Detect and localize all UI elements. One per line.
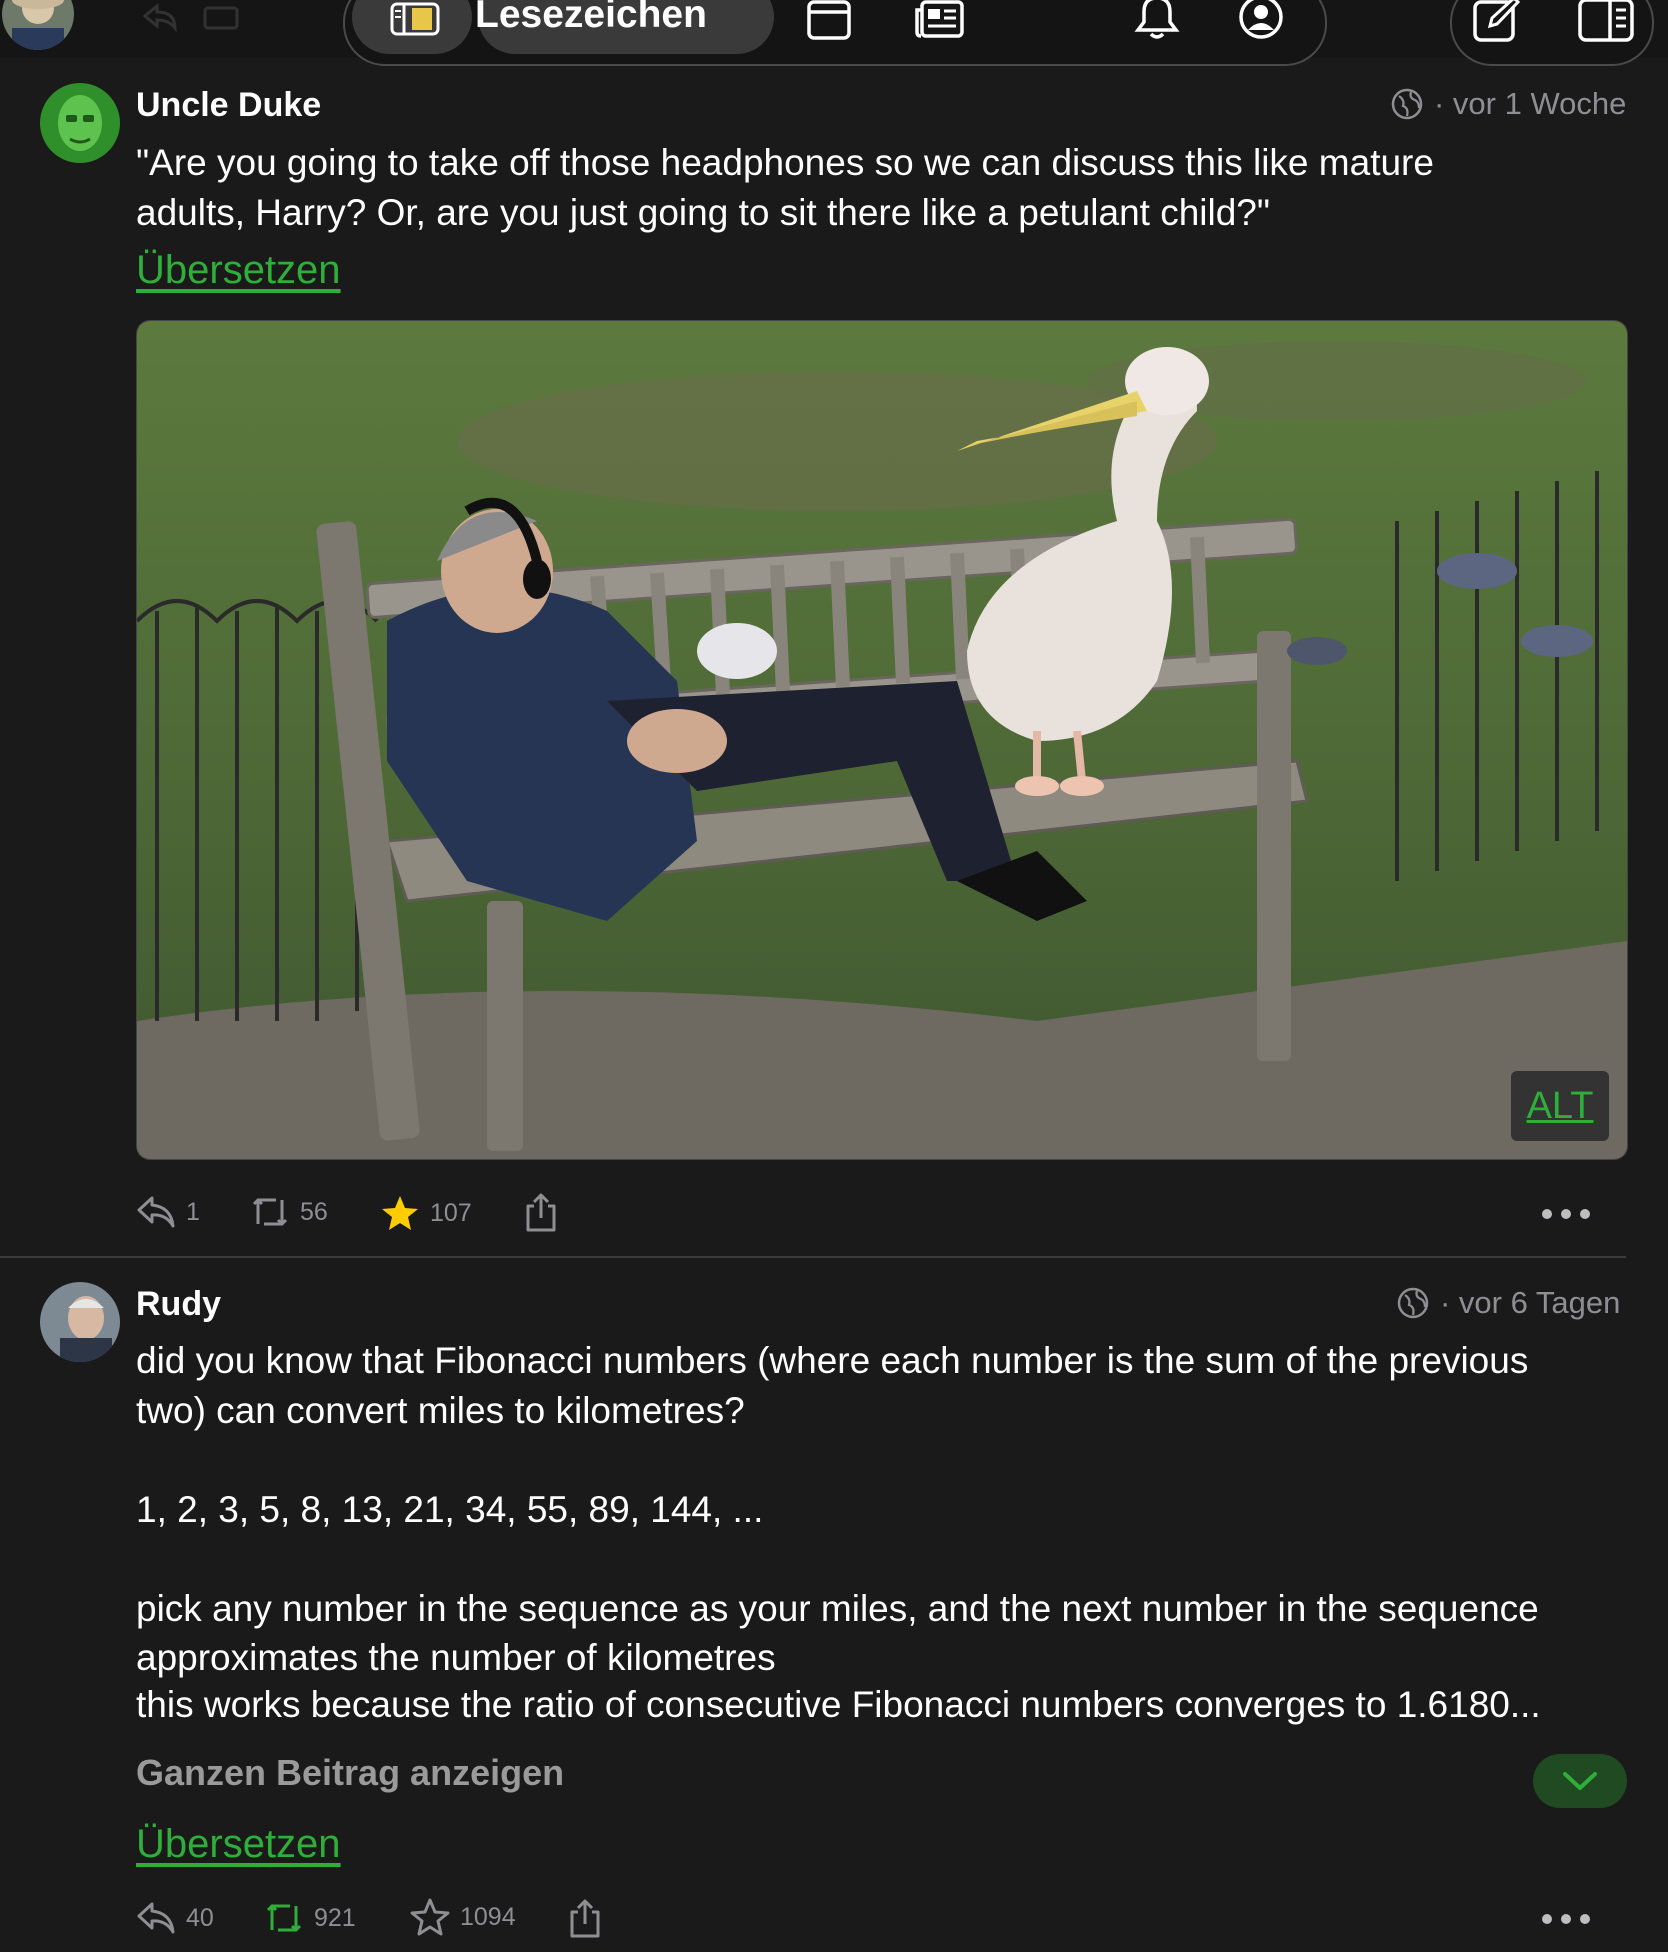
account-avatar[interactable]	[2, 0, 74, 50]
post-time[interactable]: · vor 1 Woche	[1434, 86, 1626, 122]
favourite-count: 1094	[460, 1902, 516, 1931]
expand-post-button[interactable]	[1533, 1754, 1627, 1808]
reply-button[interactable]: 40	[136, 1900, 214, 1936]
post-image[interactable]: ALT	[136, 320, 1628, 1160]
author-name[interactable]: Uncle Duke	[136, 86, 321, 125]
post-text-line: "Are you going to take off those headpho…	[136, 142, 1434, 183]
news-feed-icon[interactable]	[914, 0, 964, 40]
globe-public-icon	[1391, 88, 1423, 120]
share-icon	[570, 1899, 600, 1938]
photo-man-on-bench-with-pelican	[137, 321, 1627, 1159]
share-button[interactable]	[524, 1192, 558, 1232]
profile-icon[interactable]	[1238, 0, 1284, 40]
bell-icon[interactable]	[1134, 0, 1180, 40]
author-avatar[interactable]	[40, 1282, 120, 1362]
author-avatar[interactable]	[40, 83, 120, 163]
post-text-line: pick any number in the sequence as your …	[136, 1588, 1539, 1629]
boost-icon	[252, 1198, 288, 1226]
alt-text-badge[interactable]: ALT	[1511, 1071, 1609, 1141]
more-options-button[interactable]	[1541, 1208, 1591, 1220]
post-text-line: adults, Harry? Or, are you just going to…	[136, 192, 1271, 233]
post-text-line: did you know that Fibonacci numbers (whe…	[136, 1340, 1529, 1381]
show-full-post-link[interactable]: Ganzen Beitrag anzeigen	[136, 1752, 564, 1794]
top-bar: Lesezeichen	[0, 0, 1668, 66]
star-filled-icon	[382, 1196, 418, 1230]
post-time[interactable]: · vor 6 Tagen	[1440, 1285, 1620, 1321]
reply-count: 1	[186, 1197, 200, 1226]
star-outline-icon	[410, 1898, 450, 1936]
globe-public-icon	[1397, 1287, 1429, 1319]
boost-count: 56	[300, 1197, 328, 1226]
favourite-button[interactable]: 107	[380, 1194, 472, 1232]
compose-icon[interactable]	[1472, 0, 1520, 42]
post-text-line: approximates the number of kilometres	[136, 1637, 776, 1678]
page-title: Lesezeichen	[475, 0, 707, 36]
favourite-count: 107	[430, 1198, 472, 1227]
post-text-line: two) can convert miles to kilometres?	[136, 1390, 745, 1431]
boost-button[interactable]: 921	[264, 1900, 356, 1936]
post-text-line: 1, 2, 3, 5, 8, 13, 21, 34, 55, 89, 144, …	[136, 1489, 764, 1530]
reply-icon	[137, 1902, 175, 1934]
boost-count: 921	[314, 1903, 356, 1932]
translate-link[interactable]: Übersetzen	[136, 248, 341, 293]
boost-button[interactable]: 56	[250, 1194, 328, 1230]
reply-count: 40	[186, 1903, 214, 1932]
share-button[interactable]	[568, 1898, 602, 1938]
reply-button[interactable]: 1	[136, 1194, 200, 1230]
post-text-line: this works because the ratio of consecut…	[136, 1684, 1541, 1725]
favourite-button[interactable]: 1094	[410, 1898, 516, 1936]
tab-window-icon[interactable]	[806, 0, 852, 40]
faded-toolbar-icons	[135, 2, 335, 32]
share-icon	[526, 1193, 556, 1232]
translate-link[interactable]: Übersetzen	[136, 1822, 341, 1867]
author-name[interactable]: Rudy	[136, 1285, 221, 1324]
more-options-button[interactable]	[1541, 1913, 1591, 1925]
chevron-down-icon	[1563, 1772, 1597, 1790]
post-divider	[0, 1256, 1626, 1258]
sidebar-toggle-icon	[390, 2, 440, 36]
reply-icon	[137, 1196, 175, 1228]
split-view-icon[interactable]	[1578, 0, 1634, 42]
ellipsis-icon	[1542, 1914, 1590, 1924]
boost-icon	[266, 1904, 302, 1932]
ellipsis-icon	[1542, 1209, 1590, 1219]
